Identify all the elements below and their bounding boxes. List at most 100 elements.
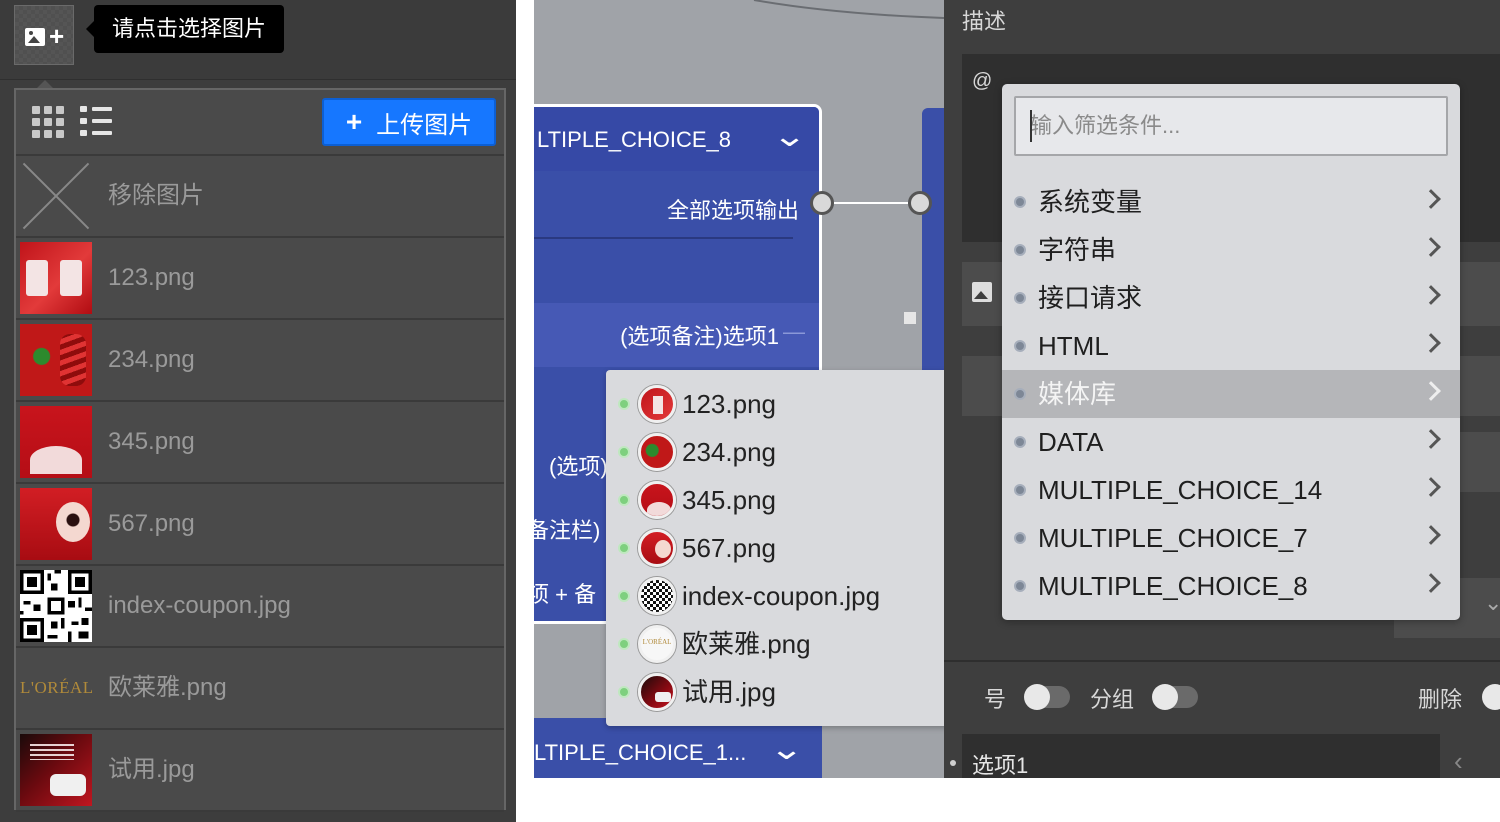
node-title: LTIPLE_CHOICE_1...: [534, 740, 747, 765]
option-note-dash: —: [783, 319, 805, 344]
variable-item[interactable]: MULTIPLE_CHOICE_7: [1002, 514, 1460, 562]
remove-image-label: 移除图片: [108, 182, 204, 209]
submenu-item[interactable]: 567.png: [606, 524, 1002, 572]
variable-item[interactable]: 系统变量: [1002, 178, 1460, 226]
media-item[interactable]: 345.png: [16, 402, 504, 484]
chevron-right-icon: [1421, 477, 1441, 497]
variable-item-label: DATA: [1038, 427, 1104, 457]
divider: [944, 660, 1500, 662]
output-all-label: 全部选项输出: [666, 198, 799, 223]
variable-item[interactable]: DATA: [1002, 418, 1460, 466]
status-dot: [618, 590, 630, 602]
multiple-choice-node-2[interactable]: LTIPLE_CHOICE_1... ⌄: [534, 718, 822, 778]
bullet-dot: [1014, 388, 1026, 400]
grid-view-icon[interactable]: [30, 104, 64, 138]
media-item[interactable]: 123.png: [16, 238, 504, 320]
submenu-item[interactable]: index-coupon.jpg: [606, 572, 1002, 620]
panel-gap: [516, 0, 534, 822]
chevron-left-icon[interactable]: ‹: [1454, 746, 1463, 777]
status-dot: [618, 446, 630, 458]
output-port[interactable]: [810, 191, 834, 215]
remove-cross-icon: [20, 160, 92, 232]
upload-image-label: 上传图片: [376, 111, 473, 139]
bullet-dot: [1014, 340, 1026, 352]
media-item[interactable]: 试用.jpg: [16, 730, 504, 812]
submenu-item-label: 欧莱雅.png: [682, 629, 811, 659]
chevron-down-icon[interactable]: ⌄: [1484, 590, 1500, 616]
loreal-logo-thumbnail: L'ORÉAL: [20, 678, 92, 697]
thumbnail: [20, 324, 92, 396]
chevron-right-icon: [1421, 237, 1441, 257]
chevron-right-icon: [1421, 189, 1441, 209]
option-input[interactable]: [962, 734, 1440, 778]
media-item-name: 试用.jpg: [108, 756, 195, 783]
option-bullet: [950, 760, 956, 766]
upload-image-button[interactable]: + 上传图片: [322, 98, 496, 146]
media-item[interactable]: L'ORÉAL 欧莱雅.png: [16, 648, 504, 730]
group-toggle-switch[interactable]: [1152, 684, 1198, 710]
variable-item-label: 媒体库: [1038, 379, 1117, 409]
variable-item-label: 接口请求: [1038, 283, 1143, 313]
list-view-icon[interactable]: [80, 104, 114, 138]
media-item-name: 345.png: [108, 428, 195, 455]
media-item-name: index-coupon.jpg: [108, 592, 291, 619]
image-icon[interactable]: [972, 282, 992, 302]
submenu-item[interactable]: 123.png: [606, 380, 1002, 428]
variable-item[interactable]: 接口请求: [1002, 274, 1460, 322]
image-picker-button[interactable]: +: [14, 5, 74, 65]
bullet-dot: [1014, 532, 1026, 544]
filter-input[interactable]: [1014, 96, 1448, 156]
avatar: [638, 673, 676, 711]
connection-curve: [753, 0, 944, 19]
chevron-down-icon[interactable]: ⌄: [769, 732, 804, 767]
variable-item-label: 字符串: [1038, 235, 1117, 265]
image-icon: [25, 28, 45, 46]
variable-item-label: HTML: [1038, 331, 1109, 361]
status-dot: [618, 686, 630, 698]
variable-item[interactable]: HTML: [1002, 322, 1460, 370]
bullet-dot: [1014, 196, 1026, 208]
description-label: 描述: [962, 9, 1007, 34]
submenu-item[interactable]: 欧莱雅.png: [606, 620, 1002, 668]
toggle-switch[interactable]: [1024, 684, 1070, 710]
media-item-name: 234.png: [108, 346, 195, 373]
description-value: @: [972, 70, 993, 92]
variable-item-media-library[interactable]: 媒体库: [1002, 370, 1460, 418]
qr-code-thumbnail: [20, 570, 92, 642]
toggle-label-fragment: 号: [984, 687, 1007, 712]
group-label: 分组: [1090, 687, 1135, 712]
variable-item[interactable]: 字符串: [1002, 226, 1460, 274]
input-port[interactable]: [908, 191, 932, 215]
avatar: [638, 481, 676, 519]
variable-item-label: MULTIPLE_CHOICE_8: [1038, 571, 1308, 601]
toggle-row: 号 分组 删除: [944, 672, 1500, 722]
submenu-item-label: 123.png: [682, 389, 776, 419]
media-item-name: 123.png: [108, 264, 195, 291]
media-library-submenu: 123.png 234.png 345.png 567.png index-co…: [606, 370, 1002, 726]
avatar: [638, 625, 676, 663]
chevron-right-icon: [1421, 285, 1441, 305]
text-caret: [1030, 110, 1032, 142]
option-label-fragment: (选项): [549, 454, 608, 479]
media-item[interactable]: 567.png: [16, 484, 504, 566]
variable-item[interactable]: MULTIPLE_CHOICE_8: [1002, 562, 1460, 610]
submenu-item[interactable]: 234.png: [606, 428, 1002, 476]
variable-item[interactable]: MULTIPLE_CHOICE_14: [1002, 466, 1460, 514]
submenu-item[interactable]: 试用.jpg: [606, 668, 1002, 716]
node-handle[interactable]: [904, 312, 916, 324]
option-note-label: (选项备注)选项1: [620, 324, 779, 349]
media-item[interactable]: index-coupon.jpg: [16, 566, 504, 648]
bullet-dot: [1014, 244, 1026, 256]
chevron-down-icon[interactable]: ⌄: [772, 119, 807, 154]
media-item[interactable]: 234.png: [16, 320, 504, 402]
delete-toggle-switch[interactable]: [1482, 684, 1500, 710]
plus-icon: +: [345, 106, 363, 137]
option-value: 选项1: [972, 753, 1029, 778]
submenu-item[interactable]: 345.png: [606, 476, 1002, 524]
avatar: [638, 529, 676, 567]
avatar: [638, 577, 676, 615]
thumbnail: [20, 406, 92, 478]
submenu-item-label: 567.png: [682, 533, 776, 563]
remove-image-row[interactable]: 移除图片: [16, 156, 504, 238]
thumbnail: [20, 734, 92, 806]
